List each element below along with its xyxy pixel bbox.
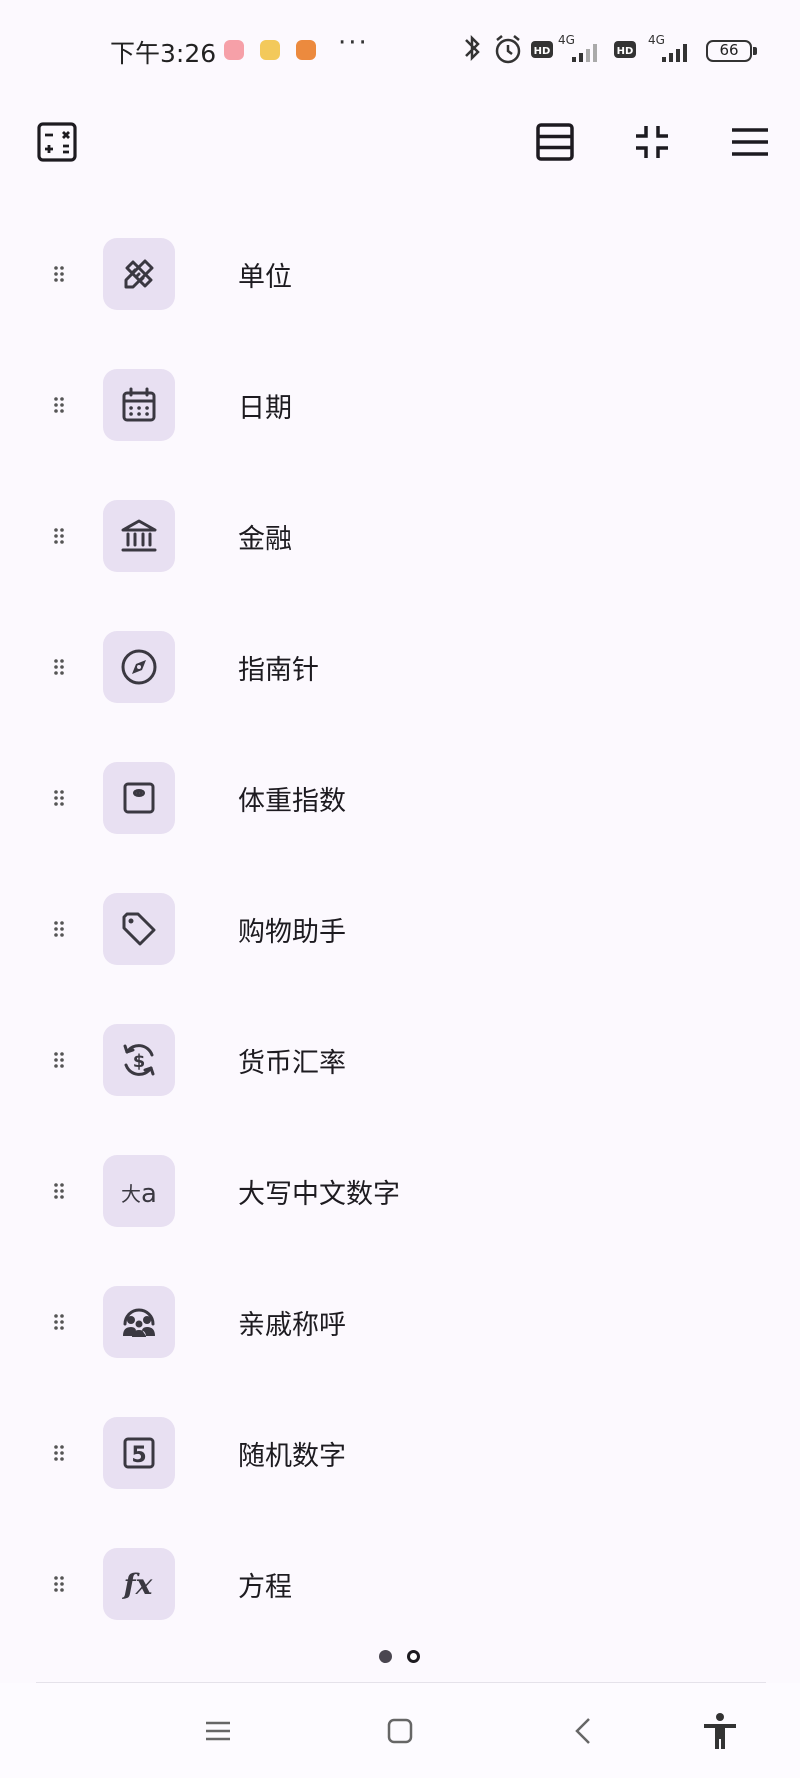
collapse-button[interactable] <box>630 120 674 164</box>
network-label: 4G <box>558 33 575 47</box>
tool-icon-tile: 5 <box>103 1417 175 1489</box>
tool-icon-tile <box>103 500 175 572</box>
tool-item[interactable]: 金融 <box>0 493 800 593</box>
back-icon <box>575 1718 590 1744</box>
drag-handle-icon[interactable] <box>53 920 65 938</box>
tool-item[interactable]: 体重指数 <box>0 755 800 855</box>
tool-label: 货币汇率 <box>238 1048 346 1079</box>
compass-icon <box>121 649 157 685</box>
drag-handle-icon[interactable] <box>53 1182 65 1200</box>
tool-icon-tile: 大 a <box>103 1155 175 1227</box>
accessibility-icon <box>704 1713 736 1749</box>
battery-indicator: 66 <box>706 40 757 62</box>
tool-item[interactable]: 5 随机数字 <box>0 1410 800 1510</box>
menu-icon <box>732 128 768 156</box>
tool-label: 日期 <box>238 393 292 424</box>
currency-exchange-icon: $ <box>123 1044 155 1076</box>
tool-item[interactable]: 购物助手 <box>0 886 800 986</box>
alarm-icon <box>495 35 521 64</box>
app-notification-icon <box>260 40 280 60</box>
tool-item[interactable]: 单位 <box>0 231 800 331</box>
back-button[interactable] <box>565 1711 605 1751</box>
tool-icon-tile <box>103 631 175 703</box>
more-notifications-icon: ··· <box>338 28 369 58</box>
tool-item[interactable]: fx 方程 <box>0 1541 800 1641</box>
function-icon: fx <box>122 1568 153 1601</box>
bank-icon <box>121 519 157 552</box>
recents-button[interactable] <box>198 1711 238 1751</box>
tool-label: 体重指数 <box>238 786 346 817</box>
tool-item[interactable]: 指南针 <box>0 624 800 724</box>
scale-icon <box>123 782 155 814</box>
tool-label: 指南针 <box>238 655 319 686</box>
drag-handle-icon[interactable] <box>53 1313 65 1331</box>
tag-icon <box>122 912 156 946</box>
network-label: 4G <box>648 33 665 47</box>
drag-handle-icon[interactable] <box>53 1444 65 1462</box>
calendar-icon <box>122 387 156 422</box>
tool-icon-tile <box>103 893 175 965</box>
drag-handle-icon[interactable] <box>53 265 65 283</box>
page-indicator <box>0 1650 800 1670</box>
tool-label: 单位 <box>238 262 292 293</box>
drag-handle-icon[interactable] <box>53 1051 65 1069</box>
list-view-icon <box>536 123 574 161</box>
svg-text:$: $ <box>133 1051 146 1072</box>
hd-label: HD <box>617 46 634 57</box>
tool-item[interactable]: 亲戚称呼 <box>0 1279 800 1379</box>
drag-handle-icon[interactable] <box>53 1575 65 1593</box>
hd-label: HD <box>534 46 551 57</box>
accessibility-button[interactable] <box>700 1711 740 1751</box>
tool-icon-tile <box>103 369 175 441</box>
tool-label: 购物助手 <box>238 917 346 948</box>
svg-text:5: 5 <box>131 1443 146 1468</box>
tool-item[interactable]: $ 货币汇率 <box>0 1017 800 1117</box>
tool-label: 随机数字 <box>238 1441 346 1472</box>
tool-label: 亲戚称呼 <box>238 1310 346 1341</box>
svg-text:fx: fx <box>122 1568 153 1601</box>
list-view-button[interactable] <box>533 120 577 164</box>
collapse-icon <box>636 126 668 158</box>
signal-icon-2: HD 4G <box>614 33 687 62</box>
tool-label: 方程 <box>238 1572 292 1603</box>
drag-handle-icon[interactable] <box>53 396 65 414</box>
page-dot[interactable] <box>407 1650 420 1663</box>
bluetooth-icon <box>465 34 480 62</box>
app-notification-icon <box>296 40 316 60</box>
tool-icon-tile: $ <box>103 1024 175 1096</box>
family-icon <box>123 1308 155 1337</box>
tool-label: 大写中文数字 <box>238 1179 400 1210</box>
home-button[interactable] <box>380 1711 420 1751</box>
recents-icon <box>206 1721 230 1741</box>
ruler-pencil-icon <box>124 259 154 289</box>
random-number-icon: 5 <box>123 1437 155 1469</box>
calculator-button[interactable] <box>35 120 79 164</box>
drag-handle-icon[interactable] <box>53 527 65 545</box>
navigation-bar <box>0 1683 800 1778</box>
drag-handle-icon[interactable] <box>53 789 65 807</box>
svg-text:大: 大 <box>121 1182 141 1206</box>
signal-icon-1: HD 4G <box>531 33 597 62</box>
tool-item[interactable]: 大 a 大写中文数字 <box>0 1148 800 1248</box>
home-icon <box>387 1718 413 1744</box>
tool-icon-tile <box>103 1286 175 1358</box>
app-notification-icon <box>224 40 244 60</box>
calculator-icon <box>37 122 77 162</box>
menu-button[interactable] <box>728 120 772 164</box>
status-time: 下午3:26 <box>110 39 217 68</box>
tool-icon-tile <box>103 762 175 834</box>
battery-level: 66 <box>719 41 739 59</box>
page-dot-active[interactable] <box>379 1650 392 1663</box>
tool-label: 金融 <box>238 524 292 555</box>
drag-handle-icon[interactable] <box>53 658 65 676</box>
chinese-text-icon: 大 a <box>121 1179 157 1209</box>
status-bar: 下午3:26 ··· HD 4G HD 4G 66 <box>0 0 800 100</box>
tool-icon-tile <box>103 238 175 310</box>
tool-icon-tile: fx <box>103 1548 175 1620</box>
tool-item[interactable]: 日期 <box>0 362 800 462</box>
svg-text:a: a <box>141 1179 157 1209</box>
